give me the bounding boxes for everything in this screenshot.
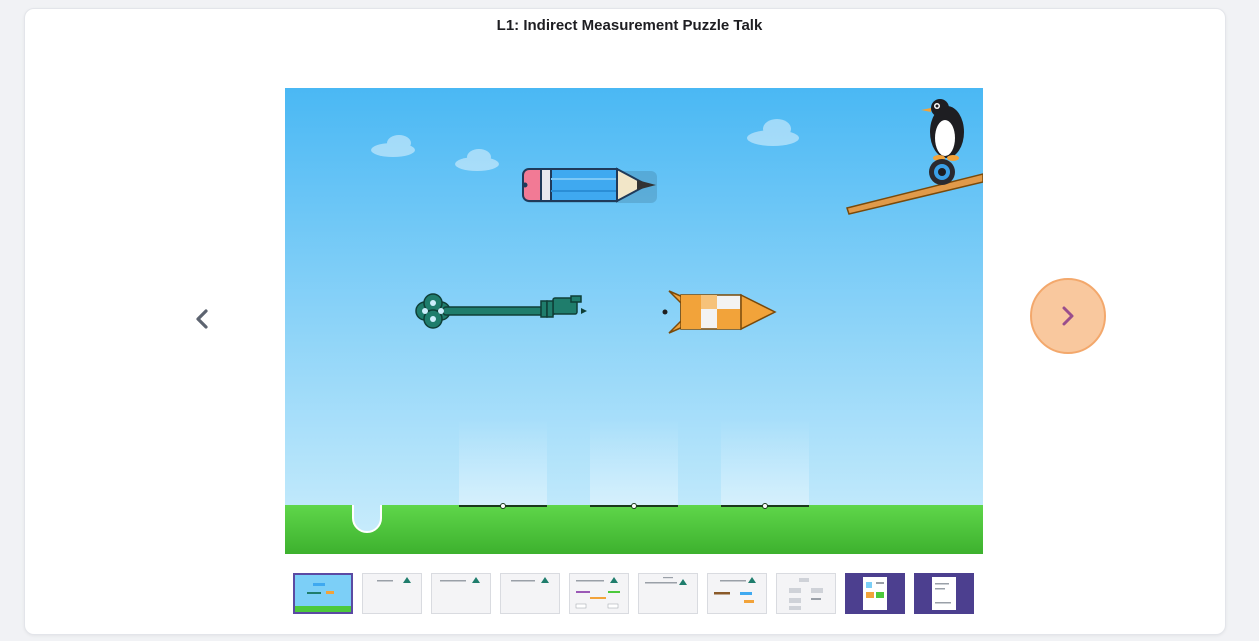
slide-thumbnail[interactable] — [569, 573, 629, 614]
slide-thumbnail[interactable] — [638, 573, 698, 614]
chevron-left-icon — [196, 309, 208, 329]
slide-thumbnail[interactable] — [500, 573, 560, 614]
previous-slide-button[interactable] — [185, 302, 219, 336]
grass-ground — [285, 505, 983, 554]
slide-canvas[interactable] — [285, 88, 983, 554]
slide-thumbnail[interactable] — [914, 573, 974, 614]
page-title: L1: Indirect Measurement Puzzle Talk — [496, 17, 763, 34]
next-slide-button[interactable] — [1030, 278, 1106, 354]
slide-thumbnail[interactable] — [707, 573, 767, 614]
pencil-object[interactable] — [522, 167, 658, 203]
slide-thumbnail[interactable] — [776, 573, 836, 614]
slide-thumbnail[interactable] — [293, 573, 353, 614]
slide-thumbnail[interactable] — [431, 573, 491, 614]
slide-thumbnail[interactable] — [845, 573, 905, 614]
measure-slots — [459, 418, 809, 506]
slide-thumbnail[interactable] — [362, 573, 422, 614]
chevron-right-icon — [1062, 306, 1074, 326]
